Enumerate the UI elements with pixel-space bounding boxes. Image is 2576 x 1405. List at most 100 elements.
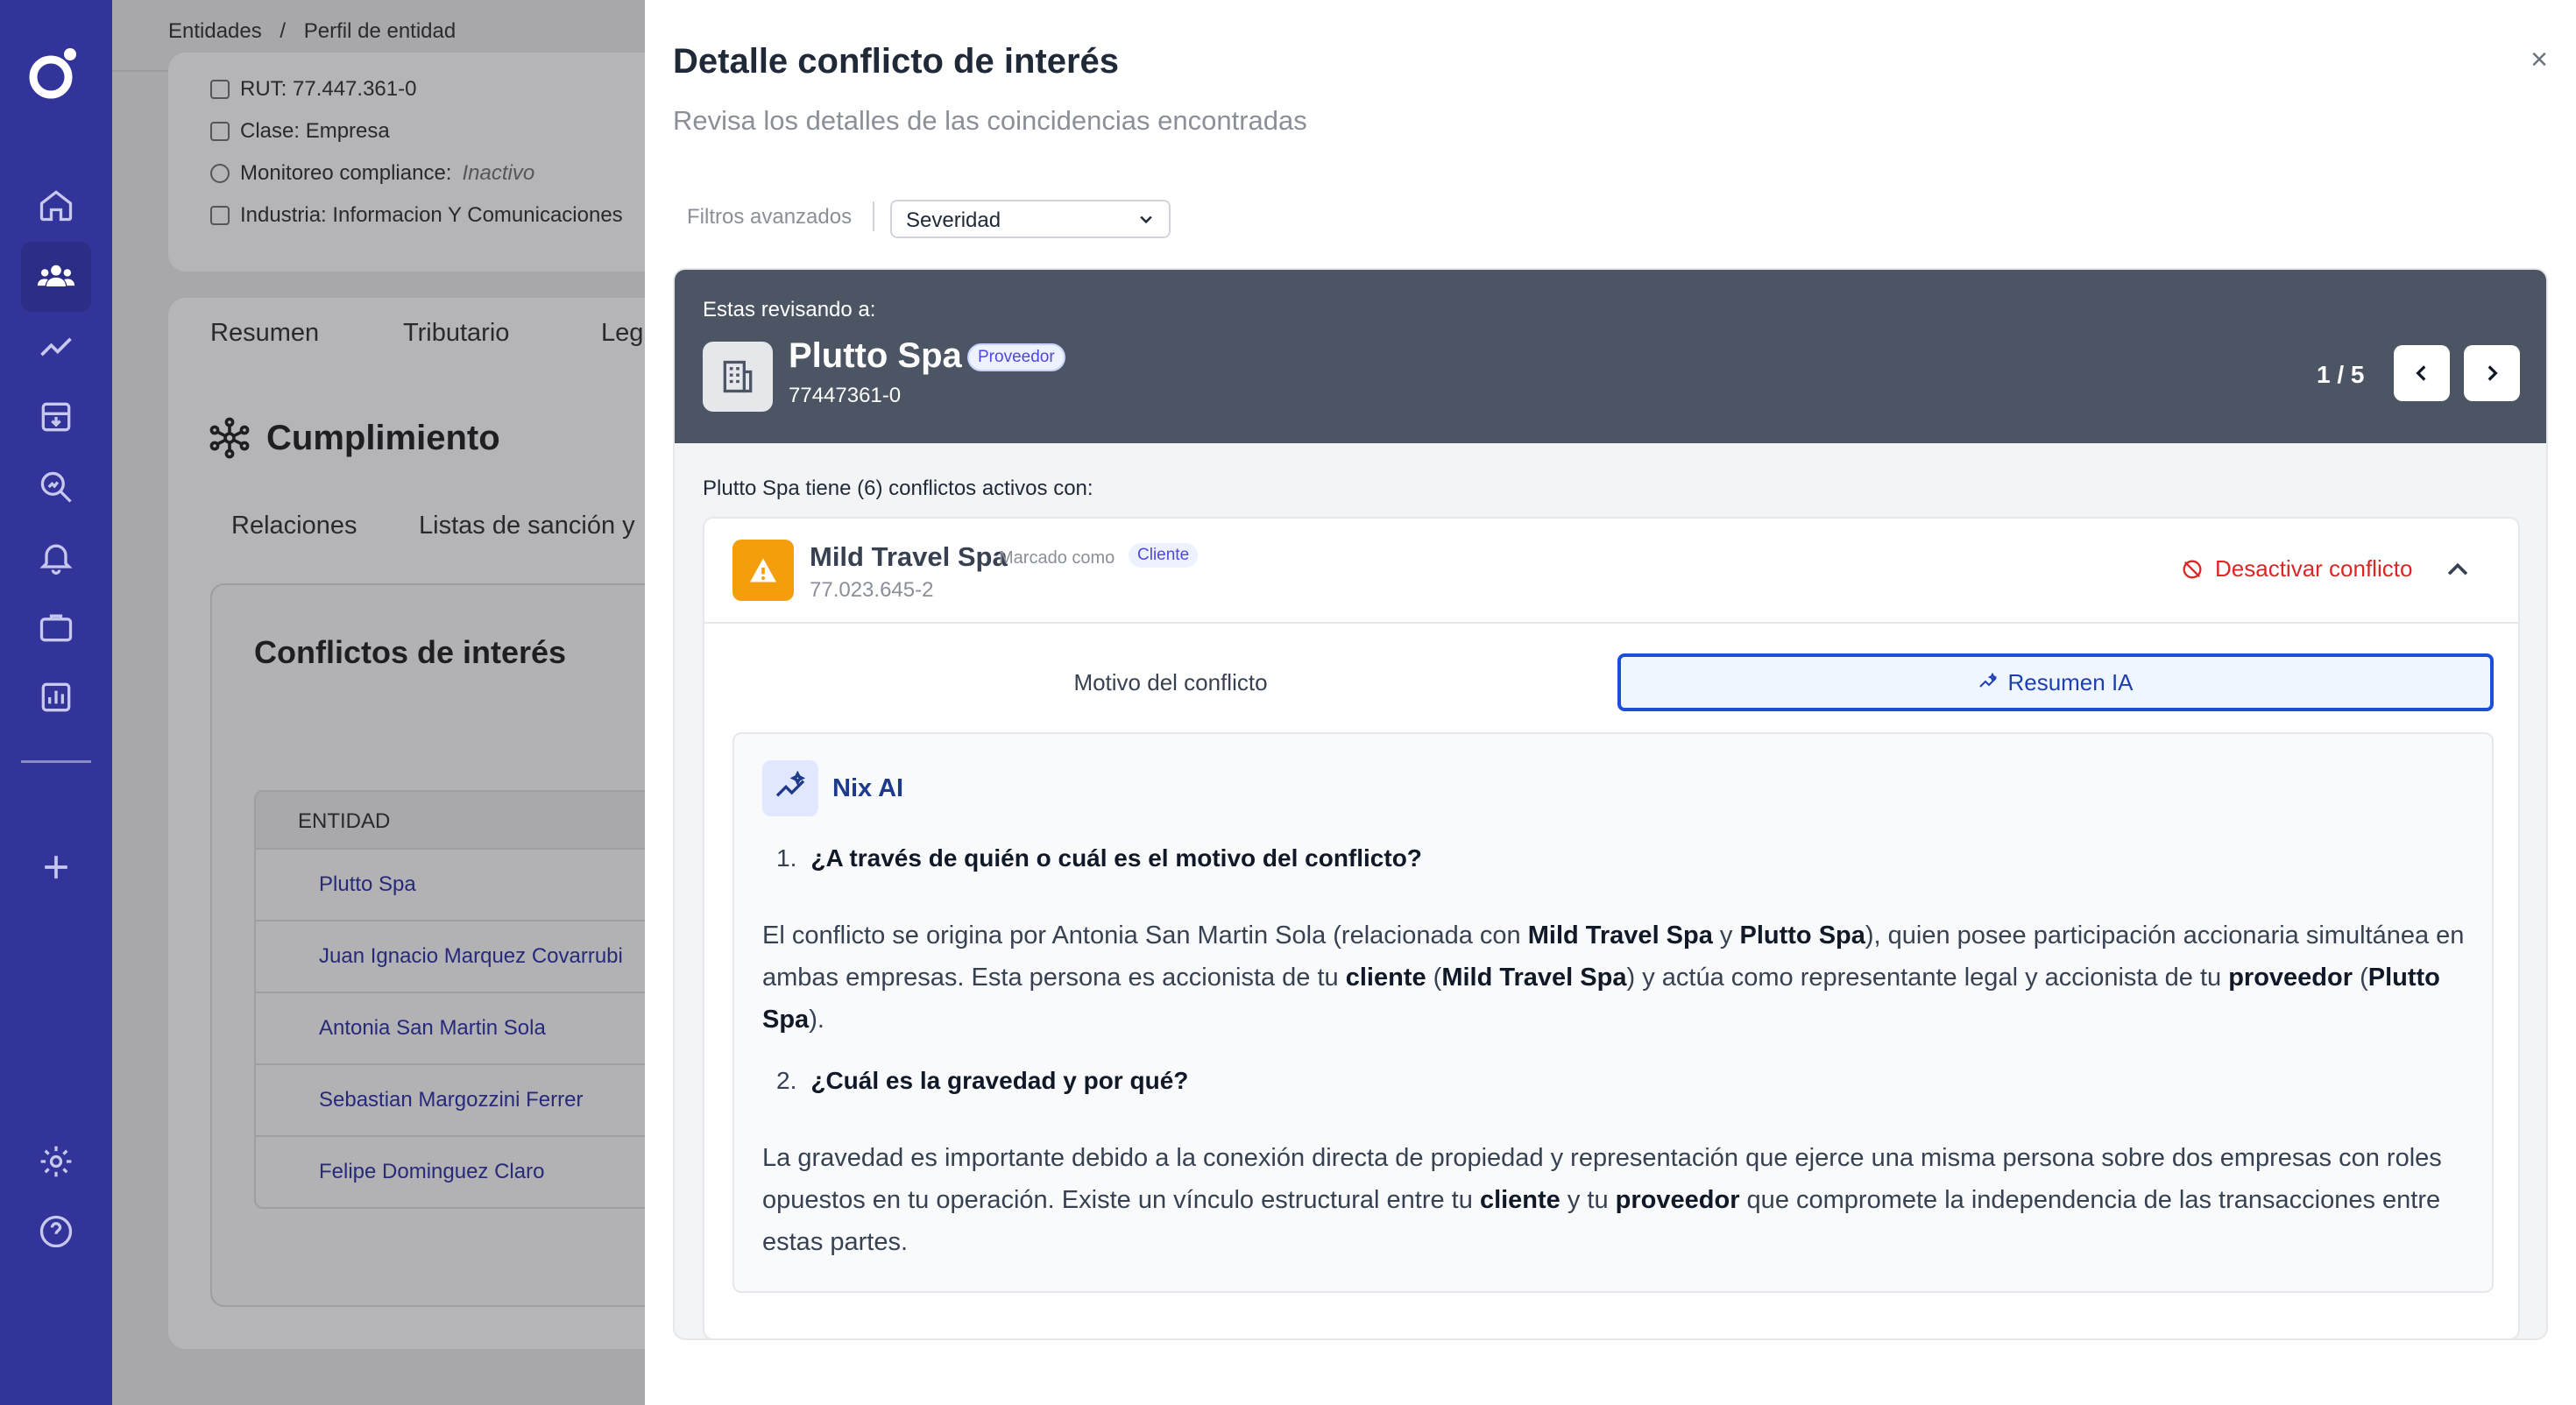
- tab-resumen-ia[interactable]: Resumen IA: [1617, 653, 2494, 711]
- severity-select-value: Severidad: [906, 208, 1001, 232]
- search-nav-button[interactable]: [21, 452, 91, 522]
- warning-icon: [750, 558, 776, 582]
- question-2-number: 2.: [776, 1067, 797, 1094]
- question-1-number: 1.: [776, 844, 797, 872]
- next-button[interactable]: [2464, 345, 2520, 401]
- chevron-left-icon: [2416, 365, 2426, 381]
- chart-icon: [210, 206, 230, 225]
- warning-badge: [732, 540, 794, 601]
- help-icon: [39, 1215, 73, 1248]
- trend-icon: [40, 337, 72, 357]
- conflicts-title: Conflictos de interés: [254, 634, 567, 670]
- portfolio-nav-button[interactable]: [21, 592, 91, 662]
- bell-icon: [39, 544, 73, 575]
- plus-icon: [45, 856, 67, 879]
- marked-as-label: Marcado como: [999, 548, 1115, 568]
- search-chart-icon: [40, 471, 72, 503]
- question-2: 2. ¿Cuál es la gravedad y por qué?: [776, 1067, 1188, 1095]
- rut-row: RUT: 77.447.361-0: [210, 77, 416, 102]
- tab-legal[interactable]: Leg: [601, 319, 643, 348]
- review-label: Estas revisando a:: [703, 298, 876, 321]
- active-conflicts-summary: Plutto Spa tiene (6) conflictos activos …: [703, 477, 1093, 500]
- inbox-nav-button[interactable]: [21, 382, 91, 452]
- compliance-heading: Cumplimiento: [209, 417, 500, 459]
- review-panel: Estas revisando a: Plutto Spa Proveedor …: [673, 268, 2548, 1340]
- filter-label: Filtros avanzados: [687, 205, 853, 229]
- industria-row: Industria: Informacion Y Comunicaciones: [210, 203, 623, 228]
- close-button[interactable]: ×: [2523, 43, 2555, 76]
- monitoreo-label: Monitoreo compliance:: [240, 161, 452, 185]
- breadcrumb-separator: /: [280, 19, 287, 43]
- entity-role-badge: Proveedor: [967, 343, 1065, 371]
- review-header: Estas revisando a: Plutto Spa Proveedor …: [675, 270, 2546, 443]
- network-icon: [209, 417, 250, 459]
- entity-avatar: [703, 342, 773, 412]
- building-icon: [210, 122, 230, 141]
- table-header-entidad: ENTIDAD: [256, 792, 664, 850]
- briefcase-icon: [39, 614, 73, 642]
- question-1-text: ¿A través de quién o cuál es el motivo d…: [810, 844, 1422, 872]
- eye-off-icon: [2183, 560, 2202, 578]
- conflict-detail-drawer: Detalle conflicto de interés Revisa los …: [645, 0, 2576, 1405]
- industria-text: Industria: Informacion Y Comunicaciones: [240, 203, 623, 227]
- rut-text: RUT: 77.447.361-0: [240, 77, 417, 101]
- help-nav-button[interactable]: [21, 1197, 91, 1267]
- table-row[interactable]: Sebastian Margozzini Ferrer: [256, 1065, 664, 1137]
- analytics-nav-button[interactable]: [21, 312, 91, 382]
- ai-avatar: [762, 760, 818, 816]
- question-1: 1. ¿A través de quién o cuál es el motivo…: [776, 844, 1422, 872]
- monitor-icon: [210, 164, 230, 183]
- table-row[interactable]: Felipe Dominguez Claro: [256, 1137, 664, 1207]
- conflicts-table: ENTIDAD Plutto Spa Juan Ignacio Marquez …: [254, 790, 666, 1209]
- compliance-title: Cumplimiento: [266, 418, 500, 457]
- conflict-card: Mild Travel Spa Marcado como Cliente 77.…: [703, 517, 2520, 1338]
- subtab-relaciones[interactable]: Relaciones: [231, 512, 357, 540]
- monitoreo-row: Monitoreo compliance: Inactivo: [210, 161, 534, 186]
- breadcrumb-entities[interactable]: Entidades: [168, 19, 262, 43]
- home-nav-button[interactable]: [21, 170, 91, 240]
- ai-summary-box: Nix AI 1. ¿A través de quién o cuál es el…: [732, 732, 2494, 1293]
- table-row[interactable]: Plutto Spa: [256, 850, 664, 921]
- deactivate-conflict-button[interactable]: Desactivar conflicto: [2180, 555, 2412, 582]
- drawer-title: Detalle conflicto de interés: [673, 42, 1120, 81]
- bar-chart-icon: [41, 682, 71, 712]
- settings-nav-button[interactable]: [21, 1126, 91, 1197]
- pager-count: 1 / 5: [2317, 361, 2365, 388]
- subtab-listas-sancion[interactable]: Listas de sanción y: [419, 512, 635, 540]
- answer-2: La gravedad es importante debido a la co…: [762, 1144, 2442, 1256]
- tab-motivo-conflicto[interactable]: Motivo del conflicto: [732, 653, 1609, 711]
- gear-icon: [40, 1146, 72, 1177]
- archive-icon: [41, 402, 71, 432]
- sparkle-trend-icon: [1979, 672, 1998, 688]
- tab-resumen[interactable]: Resumen: [210, 319, 319, 348]
- home-icon: [39, 190, 73, 222]
- ai-name: Nix AI: [832, 774, 904, 802]
- previous-button[interactable]: [2394, 345, 2450, 401]
- tab-tributario[interactable]: Tributario: [403, 319, 509, 348]
- entities-nav-button[interactable]: [21, 242, 91, 312]
- chevron-up-icon[interactable]: [2443, 555, 2473, 585]
- question-2-text: ¿Cuál es la gravedad y por qué?: [810, 1067, 1189, 1094]
- breadcrumb-entity-profile: Perfil de entidad: [303, 19, 456, 43]
- table-row[interactable]: Antonia San Martin Sola: [256, 993, 664, 1065]
- alerts-nav-button[interactable]: [21, 522, 91, 592]
- chevron-down-icon: [1140, 215, 1152, 224]
- add-button[interactable]: [21, 832, 91, 902]
- document-icon: [210, 80, 230, 99]
- clase-row: Clase: Empresa: [210, 119, 390, 144]
- building-icon: [723, 360, 753, 393]
- users-icon: [37, 265, 75, 286]
- conflict-entity-rut: 77.023.645-2: [810, 578, 934, 602]
- table-row[interactable]: Juan Ignacio Marquez Covarrubi: [256, 921, 664, 993]
- drawer-subtitle: Revisa los detalles de las coincidencias…: [673, 105, 1307, 136]
- app-logo-icon[interactable]: [26, 46, 82, 102]
- conflict-role-badge: Cliente: [1129, 543, 1199, 568]
- tab-resumen-label: Resumen IA: [2007, 668, 2134, 695]
- clase-text: Clase: Empresa: [240, 119, 390, 143]
- reports-nav-button[interactable]: [21, 662, 91, 732]
- conflict-card-header[interactable]: Mild Travel Spa Marcado como Cliente 77.…: [704, 519, 2518, 624]
- entity-name: Plutto Spa: [789, 336, 962, 375]
- sparkle-trend-icon: [775, 771, 806, 797]
- severity-select[interactable]: Severidad: [890, 200, 1171, 238]
- breadcrumb: Entidades / Perfil de entidad: [168, 19, 468, 44]
